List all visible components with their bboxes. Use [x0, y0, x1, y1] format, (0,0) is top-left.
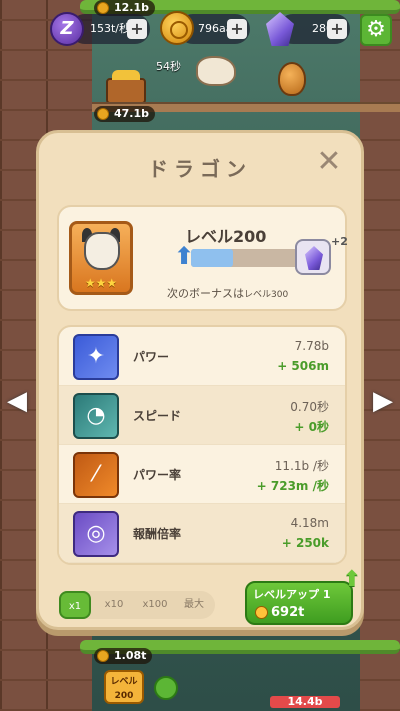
multiplier-x1-button[interactable]: x1: [59, 591, 91, 619]
stat-increase: + 506m: [277, 359, 329, 373]
stat-row-power: ✦ パワー 7.78b + 506m: [59, 327, 345, 386]
stat-name: パワー率: [133, 468, 182, 482]
stat-row-reward-multiplier: ◎ 報酬倍率 4.18m + 250k: [59, 504, 345, 563]
reward-icon: ◎: [73, 511, 119, 557]
level-up-label: レベルアップ 1: [253, 588, 331, 601]
up-arrow-icon: ⬆: [342, 567, 361, 592]
star-rating: ★★★: [84, 276, 118, 290]
unit-portrait: ★★★: [69, 221, 133, 295]
level-up-button[interactable]: レベルアップ 1 692t ⬆: [245, 567, 361, 625]
multiplier-x100-button[interactable]: x100: [135, 591, 175, 619]
sparkle-icon: ✦: [73, 334, 119, 380]
stat-value: 7.78b: [294, 339, 329, 353]
stat-list: ✦ パワー 7.78b + 506m ◔ スピード 0.70秒 + 0秒 ⁄ パ…: [57, 325, 347, 565]
coin-icon: [97, 108, 109, 120]
dragon-creature[interactable]: [196, 56, 236, 86]
stat-name: パワー: [133, 350, 170, 364]
bottom-level-button[interactable]: レベル200: [104, 670, 144, 704]
floor-value-tag-bottom: 1.08t: [94, 648, 153, 664]
level-progress-fill: [191, 249, 233, 267]
stat-row-power-rate: ⁄ パワー率 11.1b /秒 + 723m /秒: [59, 445, 345, 504]
level-title: レベル200: [185, 227, 267, 246]
stat-row-speed: ◔ スピード 0.70秒 + 0秒: [59, 386, 345, 445]
hp-bar: 14.4b: [270, 696, 340, 708]
paw-icon[interactable]: [154, 676, 178, 700]
stat-name: スピード: [133, 409, 182, 423]
z-token-icon: Z: [50, 12, 84, 46]
unit-face: [84, 232, 120, 270]
stat-increase: + 250k: [281, 536, 329, 550]
gem-reward-count: +2: [331, 235, 348, 248]
egg-icon[interactable]: [278, 62, 306, 96]
close-icon[interactable]: ✕: [315, 147, 343, 177]
stat-name: 報酬倍率: [133, 527, 182, 541]
next-bonus-text: 次のボーナスはレベル300: [167, 287, 289, 300]
multiplier-selector: x1 x10 x100 最大: [59, 591, 215, 619]
gem-add-button[interactable]: +: [327, 19, 347, 39]
unit-detail-modal: ドラゴン ✕ ★★★ レベル200 ⬆ +2 次のボーナスはレベル300 ✦ パ…: [36, 130, 364, 630]
coin-add-button[interactable]: +: [227, 19, 247, 39]
multiplier-x10-button[interactable]: x10: [97, 591, 131, 619]
settings-gear-icon[interactable]: ⚙: [360, 14, 392, 46]
treasure-chest-icon[interactable]: [106, 70, 146, 104]
stat-increase: + 723m /秒: [256, 479, 329, 493]
stat-value: 11.1b /秒: [274, 459, 329, 473]
stat-value: 0.70秒: [290, 400, 329, 414]
level-up-cost: 692t: [271, 605, 305, 620]
coin-icon: [97, 650, 109, 662]
timer-text: 54秒: [156, 60, 181, 73]
coin-icon: [97, 2, 109, 14]
gem-reward-badge: [295, 239, 331, 275]
previous-arrow-icon[interactable]: ◀: [4, 384, 30, 418]
rate-add-button[interactable]: +: [127, 19, 147, 39]
modal-title: ドラゴン: [148, 157, 252, 181]
stat-increase: + 0秒: [294, 420, 329, 434]
next-arrow-icon[interactable]: ▶: [370, 384, 396, 418]
unit-header-card: ★★★ レベル200 ⬆ +2 次のボーナスはレベル300: [57, 205, 348, 311]
gem-icon: [305, 246, 323, 270]
gauge-icon: ◔: [73, 393, 119, 439]
multiplier-max-button[interactable]: 最大: [177, 591, 211, 619]
stat-value: 4.18m: [290, 516, 329, 530]
level-progress-bar: [191, 249, 311, 267]
slash-icon: ⁄: [73, 452, 119, 498]
floor-value-tag-mid: 47.1b: [94, 106, 156, 122]
coin-icon: [160, 11, 194, 45]
coin-icon: [255, 606, 268, 619]
